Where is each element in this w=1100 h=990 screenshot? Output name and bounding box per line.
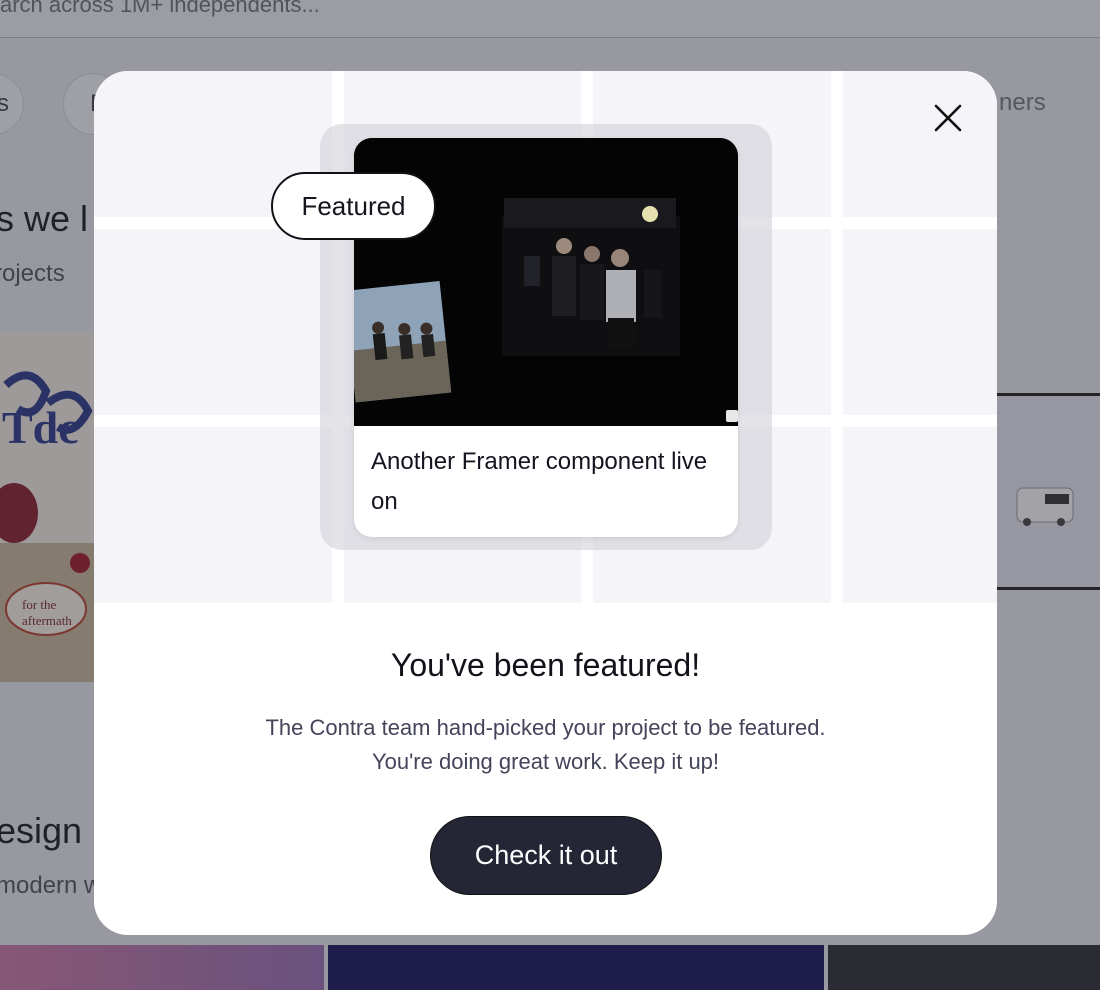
grid-divider (831, 71, 843, 603)
modal-title: You've been featured! (390, 647, 701, 683)
check-it-out-button[interactable]: Check it out (430, 816, 662, 895)
modal-message: The Contra team hand-picked your project… (94, 711, 997, 779)
project-card-title: Another Framer component live on (371, 448, 708, 515)
modal-hero: Another Framer component live on Feature… (94, 71, 997, 603)
modal-message-line: You're doing great work. Keep it up! (371, 749, 720, 774)
featured-badge: Featured (271, 172, 436, 240)
featured-modal: Another Framer component live on Feature… (94, 71, 997, 935)
close-icon (934, 104, 962, 132)
close-button[interactable] (929, 99, 967, 137)
modal-message-line: The Contra team hand-picked your project… (265, 715, 826, 740)
